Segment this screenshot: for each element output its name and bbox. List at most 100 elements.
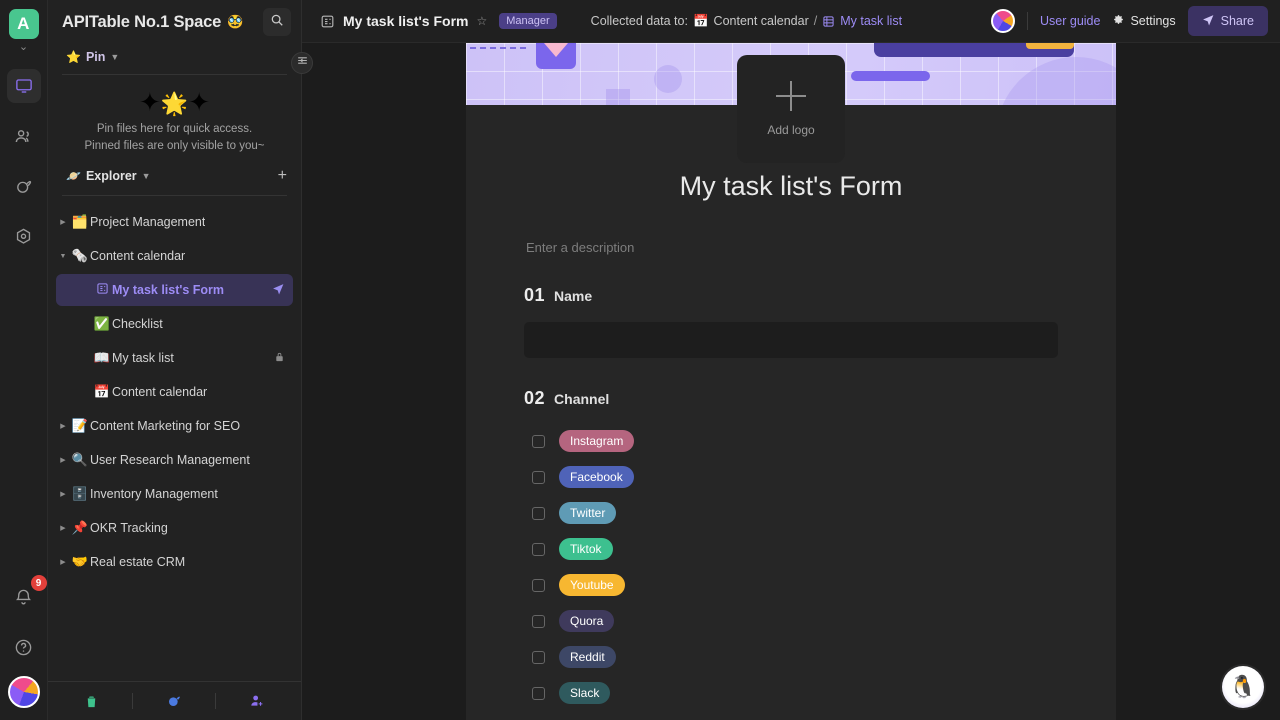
- checkbox[interactable]: [532, 470, 545, 484]
- share-button[interactable]: Share: [1187, 6, 1268, 36]
- tree-node-checklist[interactable]: ✅ Checklist: [56, 308, 293, 340]
- chevron-down-icon[interactable]: ▼: [56, 253, 70, 260]
- search-button[interactable]: [263, 8, 291, 36]
- rail-item-templates[interactable]: [7, 169, 41, 203]
- space-name[interactable]: APITable No.1 Space: [62, 13, 221, 32]
- app-root: A ⌄ 9 APITable No.1 Space 🥸 ⭐ Pin ▼ ✦🌟✦ …: [0, 0, 1280, 720]
- tree-node-inventory-management[interactable]: ▶ 🗄️ Inventory Management: [56, 478, 293, 510]
- pin-empty-illustration: ✦🌟✦: [139, 87, 210, 117]
- add-logo-label: Add logo: [767, 123, 815, 137]
- form-description-input[interactable]: Enter a description: [524, 240, 1058, 255]
- sidebar-footer: [48, 681, 301, 720]
- footer-divider: [132, 693, 134, 709]
- question-block: 02 Channel Instagram Facebook Twitter Tikto…: [524, 388, 1058, 711]
- tree-node-content-marketing-for-seo[interactable]: ▶ 📝 Content Marketing for SEO: [56, 410, 293, 442]
- add-logo-button[interactable]: Add logo: [737, 55, 845, 163]
- settings-button[interactable]: Settings: [1112, 13, 1176, 29]
- channel-option[interactable]: Quora: [524, 603, 1058, 639]
- send-icon: [1202, 13, 1215, 29]
- channel-option[interactable]: Slack: [524, 675, 1058, 711]
- left-icon-rail: A ⌄ 9: [0, 0, 48, 720]
- chevron-down-icon[interactable]: ▼: [142, 171, 151, 181]
- rail-item-help[interactable]: [7, 630, 41, 664]
- rail-item-settings[interactable]: [7, 219, 41, 253]
- brand-logo-icon: [991, 9, 1016, 33]
- form-card: Add logo My task list's Form Enter a des…: [466, 43, 1116, 720]
- form-title[interactable]: My task list's Form: [524, 171, 1058, 202]
- chevron-right-icon[interactable]: ▶: [56, 456, 70, 464]
- monitor-icon: [15, 77, 33, 95]
- collected-label: Collected data to:: [590, 14, 688, 28]
- explorer-icon: 🪐: [66, 169, 81, 183]
- add-node-button[interactable]: +: [278, 168, 287, 184]
- chevron-down-icon[interactable]: ▼: [110, 52, 119, 62]
- form-scroll-area[interactable]: Add logo My task list's Form Enter a des…: [302, 43, 1280, 720]
- checkbox[interactable]: [532, 578, 545, 592]
- star-icon: ⭐: [66, 50, 81, 64]
- form-icon: [92, 282, 112, 298]
- channel-option[interactable]: Tiktok: [524, 531, 1058, 567]
- channel-option[interactable]: Youtube: [524, 567, 1058, 603]
- channel-option[interactable]: Facebook: [524, 459, 1058, 495]
- node-tree: ▶ 🗂️ Project Management ▼ 🗞️ Content calendar…: [48, 204, 301, 681]
- tree-node-my-task-list-s-form[interactable]: My task list's Form: [56, 274, 293, 306]
- hexagon-gear-icon: [14, 227, 33, 246]
- pin-empty-line-2: Pinned files are only visible to you~: [84, 140, 265, 152]
- page-title: My task list's Form: [343, 13, 469, 29]
- tree-node-user-research-management[interactable]: ▶ 🔍 User Research Management: [56, 444, 293, 476]
- rail-item-notifications[interactable]: 9: [7, 575, 47, 614]
- checkbox[interactable]: [532, 686, 545, 700]
- chevron-right-icon[interactable]: ▶: [56, 218, 70, 226]
- question-label[interactable]: Channel: [554, 391, 609, 407]
- tree-node-content-calendar[interactable]: ▼ 🗞️ Content calendar: [56, 240, 293, 272]
- tree-node-label: Content calendar: [112, 385, 208, 399]
- tree-node-project-management[interactable]: ▶ 🗂️ Project Management: [56, 206, 293, 238]
- node-emoji-icon: 🗞️: [71, 248, 89, 263]
- workspace-avatar[interactable]: A: [8, 9, 39, 39]
- option-tag: Reddit: [559, 646, 616, 668]
- chevron-right-icon[interactable]: ▶: [56, 490, 70, 498]
- rail-item-members[interactable]: [7, 119, 41, 153]
- tree-node-label: OKR Tracking: [90, 521, 168, 535]
- name-text-input[interactable]: [524, 322, 1058, 358]
- checkbox[interactable]: [532, 506, 545, 520]
- pin-section-header[interactable]: ⭐ Pin ▼: [48, 44, 301, 68]
- tree-node-real-estate-crm[interactable]: ▶ 🤝 Real estate CRM: [56, 546, 293, 578]
- explorer-section-header[interactable]: 🪐 Explorer ▼ +: [48, 159, 301, 189]
- gear-icon: [1112, 13, 1125, 29]
- user-guide-link[interactable]: User guide: [1040, 14, 1100, 28]
- channel-option[interactable]: Twitter: [524, 495, 1058, 531]
- toolbar-divider: [1027, 12, 1029, 30]
- option-tag: Facebook: [559, 466, 634, 488]
- rail-item-workspace[interactable]: [6, 69, 41, 103]
- chevron-right-icon[interactable]: ▶: [56, 422, 70, 430]
- star-outline-icon[interactable]: ☆: [476, 14, 487, 28]
- collected-datasheet[interactable]: Content calendar: [714, 14, 809, 28]
- chevron-right-icon[interactable]: ▶: [56, 524, 70, 532]
- collapse-sidebar-button[interactable]: [291, 52, 313, 74]
- workspace-switch-chevron-icon[interactable]: ⌄: [19, 41, 28, 53]
- user-avatar[interactable]: [7, 676, 40, 708]
- channel-option[interactable]: Reddit: [524, 639, 1058, 675]
- node-emoji-icon: 🤝: [71, 554, 89, 569]
- checkbox[interactable]: [532, 542, 545, 556]
- assistant-mascot-button[interactable]: 🐧: [1222, 666, 1264, 708]
- collected-view[interactable]: My task list: [840, 14, 902, 28]
- checkbox[interactable]: [532, 614, 545, 628]
- pin-empty-line-1: Pin files here for quick access.: [96, 123, 253, 135]
- option-tag: Quora: [559, 610, 615, 632]
- question-label[interactable]: Name: [554, 288, 592, 304]
- tree-node-label: My task list's Form: [112, 283, 225, 297]
- trash-icon[interactable]: [84, 694, 99, 709]
- tree-node-content-calendar[interactable]: 📅 Content calendar: [56, 376, 293, 408]
- checkbox[interactable]: [532, 434, 545, 448]
- tree-node-okr-tracking[interactable]: ▶ 📌 OKR Tracking: [56, 512, 293, 544]
- banner-dashed-line: [470, 47, 526, 49]
- planet-icon[interactable]: [166, 693, 182, 709]
- send-icon[interactable]: [272, 282, 285, 298]
- add-person-icon[interactable]: [249, 693, 265, 709]
- channel-option[interactable]: Instagram: [524, 423, 1058, 459]
- tree-node-my-task-list[interactable]: 📖 My task list: [56, 342, 293, 374]
- checkbox[interactable]: [532, 650, 545, 664]
- chevron-right-icon[interactable]: ▶: [56, 558, 70, 566]
